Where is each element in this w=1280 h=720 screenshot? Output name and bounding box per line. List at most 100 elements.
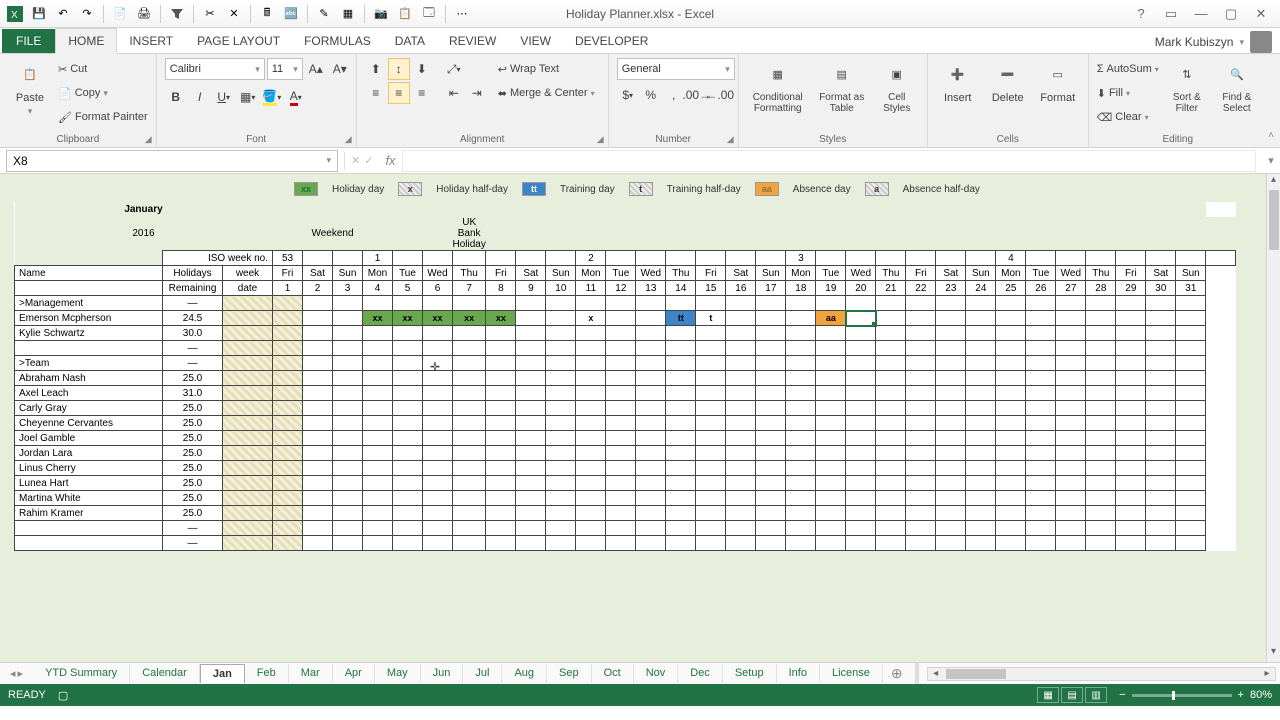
italic-button[interactable]: I <box>189 86 211 108</box>
shrink-font-icon[interactable]: A▾ <box>329 58 351 80</box>
format-cells-button[interactable]: ▭Format <box>1036 58 1080 104</box>
align-middle-icon[interactable]: ↕ <box>388 58 410 80</box>
sheet-tab[interactable]: Jan <box>200 664 245 683</box>
redo-icon[interactable]: ↷ <box>76 3 98 25</box>
hscroll-thumb[interactable] <box>946 669 1006 679</box>
sort-filter-button[interactable]: ⇅Sort & Filter <box>1165 58 1209 114</box>
qat-icon[interactable]: 🖩 <box>256 3 278 25</box>
find-select-button[interactable]: 🔍Find & Select <box>1215 58 1259 114</box>
cell-styles-button[interactable]: ▣Cell Styles <box>875 58 919 114</box>
dialog-launcher-icon[interactable]: ◢ <box>345 134 352 145</box>
qat-icon[interactable]: ✕ <box>223 3 245 25</box>
sheet-tab[interactable]: Jul <box>463 664 502 683</box>
qat-icon[interactable]: ✂ <box>199 3 221 25</box>
inc-indent-icon[interactable]: ⇥ <box>466 82 488 104</box>
save-icon[interactable]: 💾 <box>28 3 50 25</box>
hscroll-left-icon[interactable]: ◂ <box>928 668 944 679</box>
dialog-launcher-icon[interactable]: ◢ <box>145 134 152 145</box>
formula-input[interactable] <box>402 150 1256 172</box>
tab-scroll-right-icon[interactable]: ▸ <box>18 667 24 680</box>
tab-view[interactable]: VIEW <box>508 29 563 53</box>
sheet-tab[interactable]: Feb <box>245 664 289 683</box>
sheet-tab[interactable]: Setup <box>723 664 777 683</box>
sheet-tab[interactable]: Aug <box>502 664 547 683</box>
align-left-icon[interactable]: ≡ <box>365 82 387 104</box>
ribbon-options-icon[interactable]: ▭ <box>1156 3 1186 25</box>
tab-home[interactable]: HOME <box>55 28 117 54</box>
orientation-icon[interactable]: ⤢▾ <box>443 58 465 80</box>
camera-icon[interactable]: 📷 <box>370 3 392 25</box>
page-break-view-icon[interactable]: ▥ <box>1085 687 1107 703</box>
avatar[interactable] <box>1250 31 1272 53</box>
add-sheet-button[interactable]: ⊕ <box>883 662 911 685</box>
macro-record-icon[interactable]: ▢ <box>58 689 68 702</box>
tab-data[interactable]: DATA <box>383 29 437 53</box>
wrap-text-button[interactable]: ↩Wrap Text <box>498 58 595 80</box>
align-right-icon[interactable]: ≡ <box>411 82 433 104</box>
grow-font-icon[interactable]: A▴ <box>305 58 327 80</box>
tab-developer[interactable]: DEVELOPER <box>563 29 660 53</box>
format-as-table-button[interactable]: ▤Format as Table <box>815 58 869 114</box>
zoom-out-icon[interactable]: − <box>1119 689 1125 701</box>
percent-icon[interactable]: % <box>640 84 662 106</box>
hscroll-right-icon[interactable]: ▸ <box>1259 668 1275 679</box>
delete-cells-button[interactable]: ➖Delete <box>986 58 1030 104</box>
calendar-grid[interactable]: January2016WeekendUK Bank HolidayISO wee… <box>14 202 1236 551</box>
qat-icon[interactable]: ⋯ <box>451 3 473 25</box>
border-button[interactable]: ▦▾ <box>237 86 259 108</box>
filter-icon[interactable] <box>166 3 188 25</box>
tab-review[interactable]: REVIEW <box>437 29 508 53</box>
user-name[interactable]: Mark Kubiszyn <box>1155 35 1234 49</box>
minimize-icon[interactable]: — <box>1186 3 1216 25</box>
undo-icon[interactable]: ↶ <box>52 3 74 25</box>
page-layout-view-icon[interactable]: ▤ <box>1061 687 1083 703</box>
conditional-formatting-button[interactable]: ▦Conditional Formatting <box>747 58 809 114</box>
font-size-combo[interactable]: 11▾ <box>267 58 303 80</box>
dec-indent-icon[interactable]: ⇤ <box>443 82 465 104</box>
sheet-tab[interactable]: Oct <box>592 664 634 683</box>
dialog-launcher-icon[interactable]: ◢ <box>727 134 734 145</box>
align-bottom-icon[interactable]: ⬇ <box>411 58 433 80</box>
sheet-tab[interactable]: License <box>820 664 883 683</box>
sheet-tab[interactable]: Nov <box>634 664 679 683</box>
clear-button[interactable]: ⌫Clear▾ <box>1097 106 1159 128</box>
tab-insert[interactable]: INSERT <box>117 29 185 53</box>
align-center-icon[interactable]: ≡ <box>388 82 410 104</box>
vertical-scrollbar[interactable]: ▴ ▾ <box>1266 174 1280 662</box>
sheet-tab[interactable]: YTD Summary <box>33 664 130 683</box>
zoom-in-icon[interactable]: + <box>1238 689 1244 701</box>
help-icon[interactable]: ? <box>1126 3 1156 25</box>
zoom-level[interactable]: 80% <box>1250 689 1272 701</box>
scroll-thumb[interactable] <box>1269 190 1279 250</box>
number-format-combo[interactable]: General▾ <box>617 58 735 80</box>
expand-formula-icon[interactable]: ▾ <box>1262 154 1280 167</box>
scroll-up-icon[interactable]: ▴ <box>1267 174 1280 190</box>
scroll-down-icon[interactable]: ▾ <box>1267 646 1280 662</box>
sheet-tab[interactable]: Dec <box>678 664 723 683</box>
sheet-tab[interactable]: Calendar <box>130 664 200 683</box>
merge-center-button[interactable]: ⬌Merge & Center▾ <box>498 82 595 104</box>
copy-button[interactable]: 📄Copy▾ <box>58 82 148 104</box>
close-icon[interactable]: ✕ <box>1246 3 1276 25</box>
sheet-tab[interactable]: Info <box>777 664 820 683</box>
tab-file[interactable]: FILE <box>2 29 55 53</box>
qat-icon[interactable]: ✎ <box>313 3 335 25</box>
qat-icon[interactable]: 🗔 <box>418 3 440 25</box>
qat-icon[interactable]: 🖨 <box>133 3 155 25</box>
fill-button[interactable]: ⬇Fill▾ <box>1097 82 1159 104</box>
horizontal-scrollbar[interactable]: ◂ ▸ <box>927 667 1276 681</box>
qat-icon[interactable]: 📄 <box>109 3 131 25</box>
tab-page-layout[interactable]: PAGE LAYOUT <box>185 29 292 53</box>
fx-icon[interactable]: fx <box>379 153 401 168</box>
sheet-tab[interactable]: May <box>375 664 421 683</box>
bold-button[interactable]: B <box>165 86 187 108</box>
normal-view-icon[interactable]: ▦ <box>1037 687 1059 703</box>
format-painter-button[interactable]: 🖌Format Painter <box>58 106 148 128</box>
paste-button[interactable]: 📋 Paste▾ <box>8 58 52 117</box>
fill-color-button[interactable]: 🪣▾ <box>261 86 283 108</box>
sheet-tab[interactable]: Sep <box>547 664 592 683</box>
accept-formula-icon[interactable]: ✓ <box>364 154 373 167</box>
tab-scroll-left-icon[interactable]: ◂ <box>10 667 16 680</box>
font-name-combo[interactable]: Calibri▾ <box>165 58 265 80</box>
cancel-formula-icon[interactable]: ✕ <box>351 154 360 167</box>
